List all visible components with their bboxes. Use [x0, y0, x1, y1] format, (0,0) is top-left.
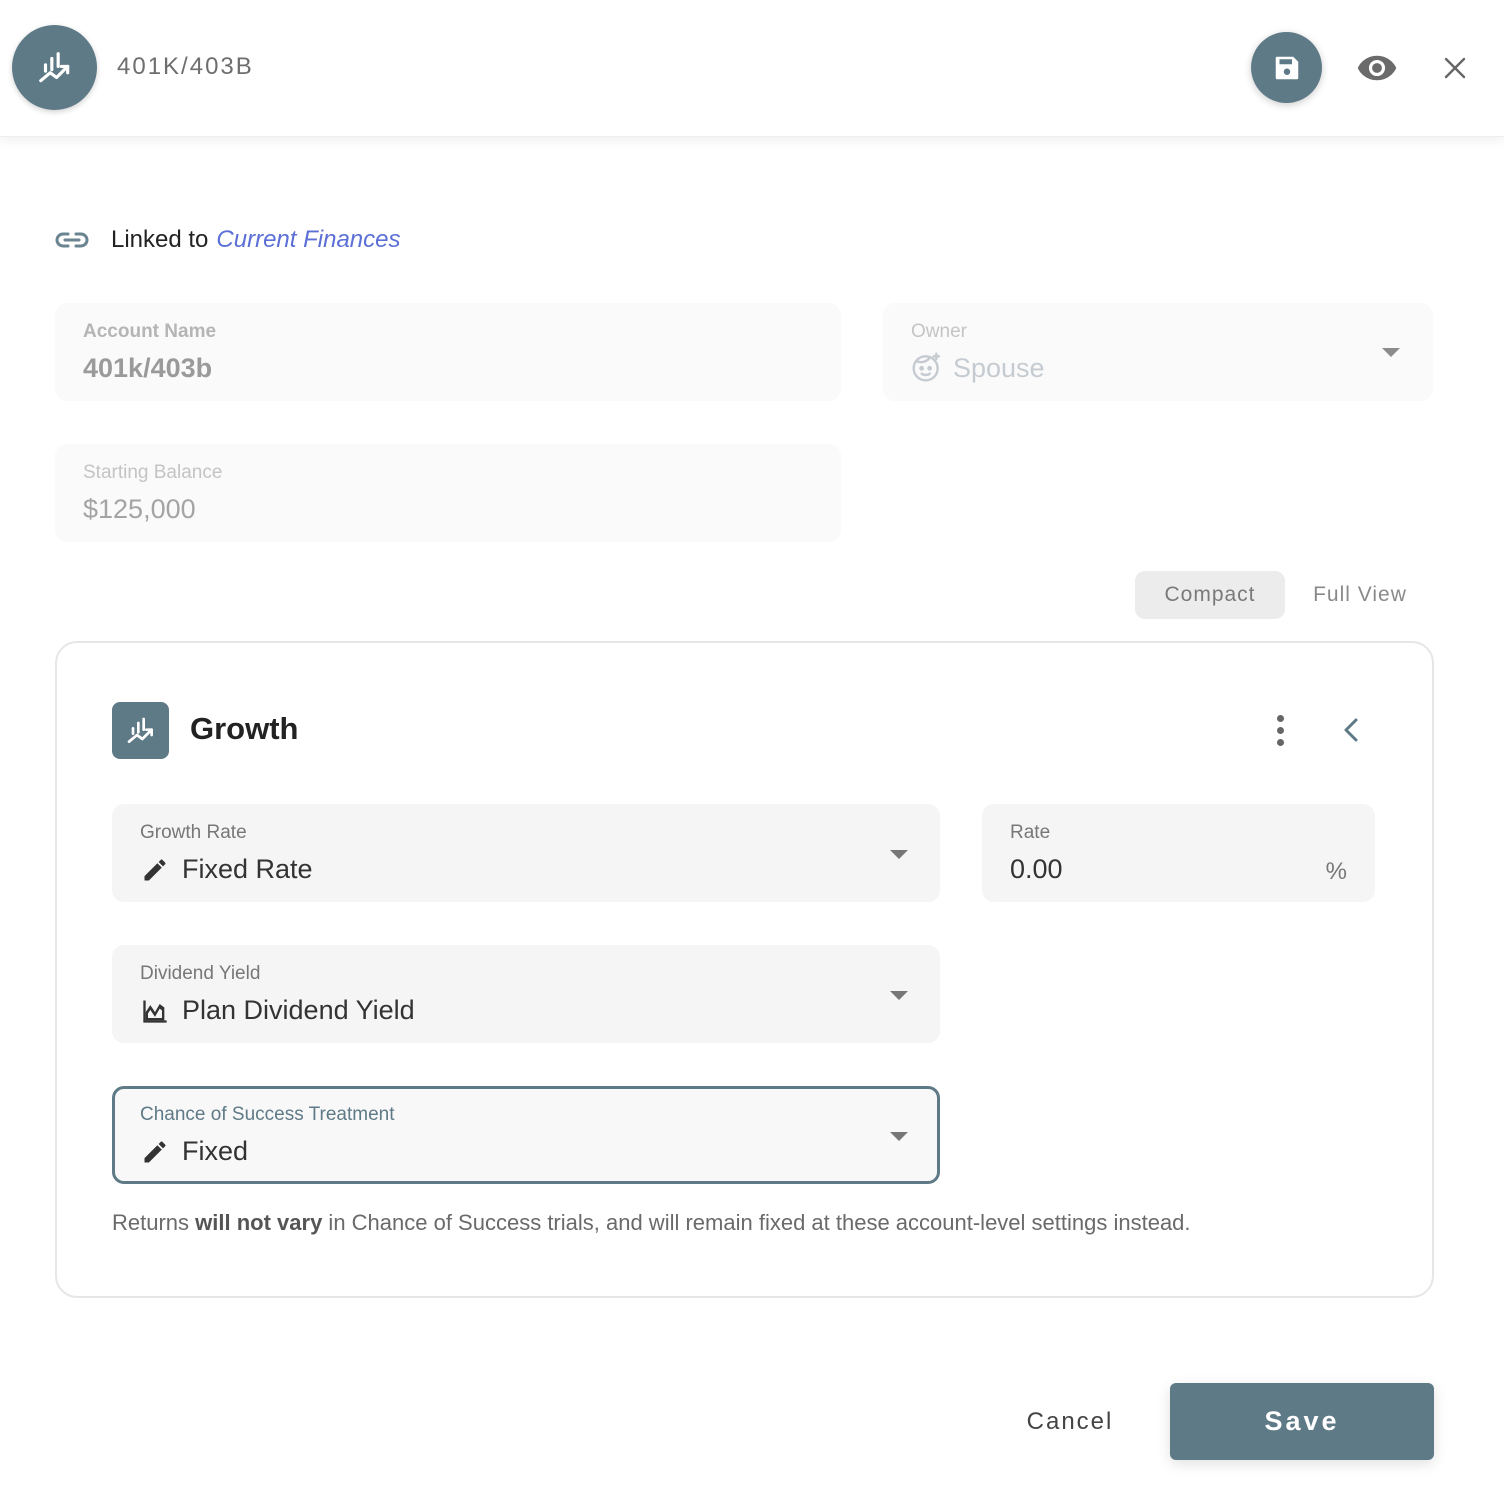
linked-target-link[interactable]: Current Finances: [216, 226, 400, 254]
helper-bold: will not vary: [195, 1210, 323, 1235]
owner-label: Owner: [911, 321, 967, 342]
more-vert-icon-dot: [1276, 714, 1284, 722]
area-chart-icon: [140, 996, 170, 1026]
chance-of-success-label: Chance of Success Treatment: [140, 1104, 395, 1125]
starting-balance-value: $125,000: [83, 494, 196, 524]
account-type-avatar: [12, 25, 97, 110]
starting-balance-field[interactable]: Starting Balance $125,000: [55, 444, 841, 542]
account-name-value: 401k/403b: [83, 353, 213, 383]
growth-rate-select[interactable]: Growth Rate Fixed Rate: [112, 804, 940, 902]
rate-suffix: %: [1325, 858, 1347, 885]
chart-growth-icon: [127, 717, 153, 743]
owner-select[interactable]: Owner Spouse: [883, 303, 1433, 401]
growth-rate-value: Fixed Rate: [182, 854, 313, 884]
dialog-header: 401K/403B: [0, 0, 1504, 137]
save-icon-button[interactable]: [1251, 32, 1322, 103]
account-name-field[interactable]: Account Name 401k/403b: [55, 303, 841, 401]
close-button[interactable]: [1437, 50, 1473, 86]
growth-card-icon-badge: [112, 702, 169, 759]
view-toggle-compact[interactable]: Compact: [1135, 571, 1285, 619]
dividend-yield-select[interactable]: Dividend Yield Plan Dividend Yield: [112, 945, 940, 1043]
growth-rate-caret-icon: [890, 850, 908, 859]
growth-card-title: Growth: [190, 711, 299, 746]
owner-value: Spouse: [953, 353, 1045, 383]
starting-balance-label: Starting Balance: [83, 462, 223, 483]
preview-button[interactable]: [1354, 48, 1400, 88]
cancel-button[interactable]: Cancel: [1005, 1396, 1135, 1448]
linked-to-row: Linked to Current Finances: [55, 224, 400, 256]
dividend-yield-label: Dividend Yield: [140, 963, 261, 984]
helper-post: in Chance of Success trials, and will re…: [322, 1210, 1191, 1235]
chance-of-success-select[interactable]: Chance of Success Treatment Fixed: [112, 1086, 940, 1184]
pencil-icon: [140, 855, 170, 885]
growth-rate-label: Growth Rate: [140, 822, 247, 843]
more-vert-icon-dot: [1276, 738, 1284, 746]
face-icon: [911, 351, 943, 388]
chevron-left-icon: [1344, 718, 1358, 742]
helper-pre: Returns: [112, 1210, 196, 1235]
rate-input[interactable]: Rate 0.00 %: [982, 804, 1375, 902]
owner-dropdown-caret-icon[interactable]: [1382, 348, 1400, 357]
eye-icon: [1357, 55, 1397, 81]
pencil-icon: [140, 1137, 170, 1167]
rate-value: 0.00: [1010, 854, 1063, 884]
link-icon: [55, 230, 89, 250]
save-button[interactable]: Save: [1170, 1383, 1434, 1460]
dialog-title: 401K/403B: [117, 53, 254, 80]
more-vert-icon-dot: [1276, 726, 1284, 734]
account-name-label: Account Name: [83, 321, 217, 342]
chance-of-success-helper-text: Returns will not vary in Chance of Succe…: [112, 1210, 1191, 1236]
collapse-card-button[interactable]: [1336, 712, 1366, 748]
more-options-button[interactable]: [1266, 712, 1294, 748]
chart-growth-icon: [38, 51, 69, 82]
dividend-yield-value: Plan Dividend Yield: [182, 995, 415, 1025]
rate-label: Rate: [1010, 822, 1051, 843]
floppy-disk-icon: [1275, 56, 1298, 79]
close-icon: [1444, 57, 1466, 79]
view-toggle-full[interactable]: Full View: [1300, 571, 1420, 619]
linked-prefix: Linked to: [111, 226, 209, 253]
dividend-yield-caret-icon: [890, 991, 908, 1000]
chance-of-success-value: Fixed: [182, 1136, 249, 1166]
chance-of-success-caret-icon: [890, 1132, 908, 1141]
